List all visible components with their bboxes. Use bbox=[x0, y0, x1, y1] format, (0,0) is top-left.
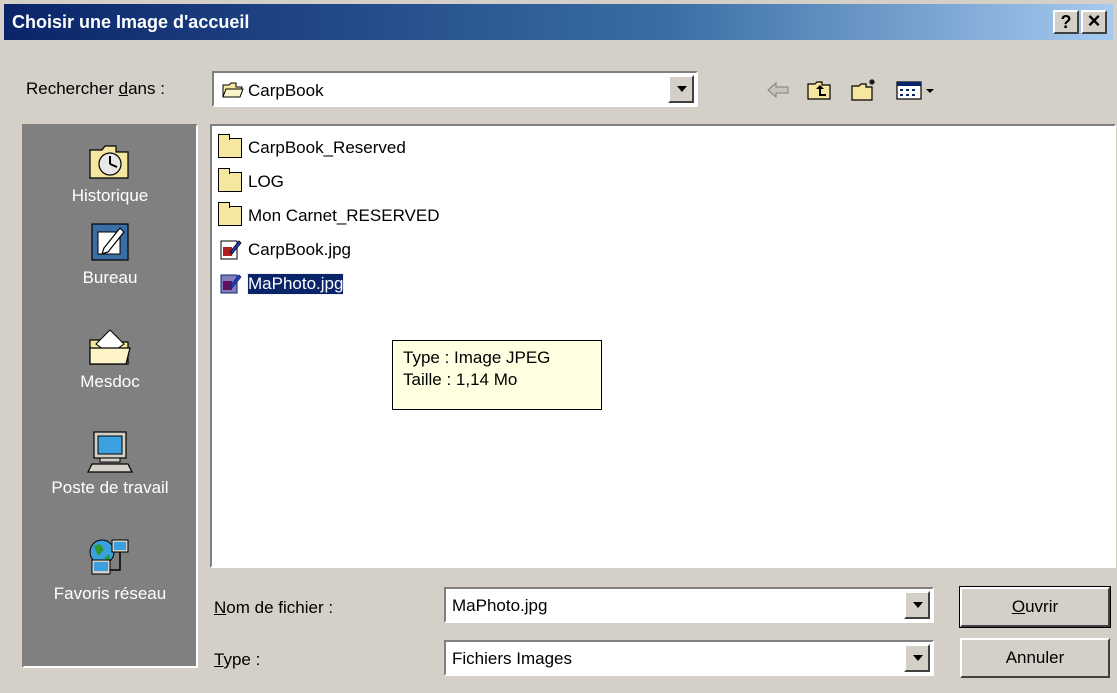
back-arrow-icon[interactable] bbox=[764, 78, 792, 102]
open-button-accel: O bbox=[1011, 597, 1026, 616]
place-history[interactable]: Historique bbox=[24, 138, 196, 206]
desktop-icon bbox=[86, 220, 134, 264]
view-menu-icon[interactable] bbox=[895, 78, 941, 102]
filetype-label: Type : bbox=[214, 650, 260, 670]
filename-value: MaPhoto.jpg bbox=[452, 596, 548, 615]
filetype-select[interactable]: Fichiers Images bbox=[444, 640, 934, 676]
filetype-value: Fichiers Images bbox=[452, 649, 572, 668]
open-button-label: Ouvrir bbox=[962, 597, 1108, 617]
filename-dropdown-button[interactable] bbox=[904, 591, 930, 619]
new-folder-icon[interactable] bbox=[850, 78, 878, 102]
file-open-dialog: Choisir une Image d'accueil ? × Recherch… bbox=[0, 0, 1117, 693]
file-name: MaPhoto.jpg bbox=[246, 273, 345, 295]
history-clock-icon bbox=[86, 138, 134, 182]
filetype-label-rest: ype : bbox=[223, 650, 261, 669]
filename-label: Nom de fichier : bbox=[214, 598, 333, 618]
folder-icon bbox=[218, 134, 242, 158]
filename-label-rest: om de fichier : bbox=[226, 598, 334, 617]
place-desktop-label: Bureau bbox=[82, 268, 138, 287]
file-name: CarpBook.jpg bbox=[248, 240, 352, 259]
cancel-button-label: Annuler bbox=[1005, 648, 1065, 667]
place-my-documents[interactable]: Mesdoc bbox=[24, 324, 196, 392]
place-my-computer-label: Poste de travail bbox=[51, 478, 169, 497]
my-documents-icon bbox=[86, 324, 134, 368]
dialog-title: Choisir une Image d'accueil bbox=[12, 12, 250, 32]
place-network[interactable]: Favoris réseau bbox=[24, 536, 196, 604]
places-bar: Historique Bureau Mesdoc Poste de travai… bbox=[22, 124, 198, 668]
file-info-tooltip: Type : Image JPEG Taille : 1,14 Mo bbox=[392, 340, 602, 410]
place-desktop[interactable]: Bureau bbox=[24, 220, 196, 288]
filename-label-accel: N bbox=[214, 598, 227, 617]
look-in-label-accel: d bbox=[118, 79, 129, 98]
place-history-label: Historique bbox=[71, 186, 149, 205]
jpeg-file-icon bbox=[220, 240, 242, 260]
open-button[interactable]: Ouvrir bbox=[959, 586, 1111, 628]
look-in-combo[interactable]: CarpBook bbox=[212, 71, 698, 107]
tooltip-size-line: Taille : 1,14 Mo bbox=[403, 370, 518, 389]
look-in-dropdown-button[interactable] bbox=[668, 75, 694, 103]
cancel-button[interactable]: Annuler bbox=[960, 638, 1110, 678]
my-computer-icon bbox=[86, 430, 134, 474]
close-button[interactable]: × bbox=[1081, 10, 1107, 34]
help-button[interactable]: ? bbox=[1053, 10, 1079, 34]
open-button-rest: uvrir bbox=[1025, 597, 1059, 616]
open-folder-icon bbox=[222, 82, 244, 98]
file-name: Mon Carnet_RESERVED bbox=[248, 206, 440, 225]
look-in-label-prefix: Rechercher bbox=[26, 79, 119, 98]
look-in-label-suffix: ans : bbox=[128, 79, 165, 98]
tooltip-type-line: Type : Image JPEG bbox=[403, 348, 551, 367]
place-my-documents-label: Mesdoc bbox=[80, 372, 140, 391]
folder-icon bbox=[218, 168, 242, 192]
network-places-icon bbox=[86, 536, 134, 580]
place-network-label: Favoris réseau bbox=[53, 584, 167, 603]
file-list[interactable]: CarpBook_Reserved LOG Mon Carnet_RESERVE… bbox=[210, 124, 1116, 568]
up-folder-icon[interactable] bbox=[806, 78, 834, 102]
title-bar[interactable]: Choisir une Image d'accueil ? × bbox=[4, 4, 1113, 40]
file-name: CarpBook_Reserved bbox=[248, 138, 406, 157]
filename-input[interactable]: MaPhoto.jpg bbox=[444, 587, 934, 623]
file-name: LOG bbox=[248, 172, 284, 191]
jpeg-file-icon bbox=[220, 274, 242, 294]
place-my-computer[interactable]: Poste de travail bbox=[24, 430, 196, 498]
look-in-value: CarpBook bbox=[248, 81, 324, 100]
look-in-label: Rechercher dans : bbox=[26, 79, 165, 99]
folder-icon bbox=[218, 202, 242, 226]
filetype-dropdown-button[interactable] bbox=[904, 644, 930, 672]
